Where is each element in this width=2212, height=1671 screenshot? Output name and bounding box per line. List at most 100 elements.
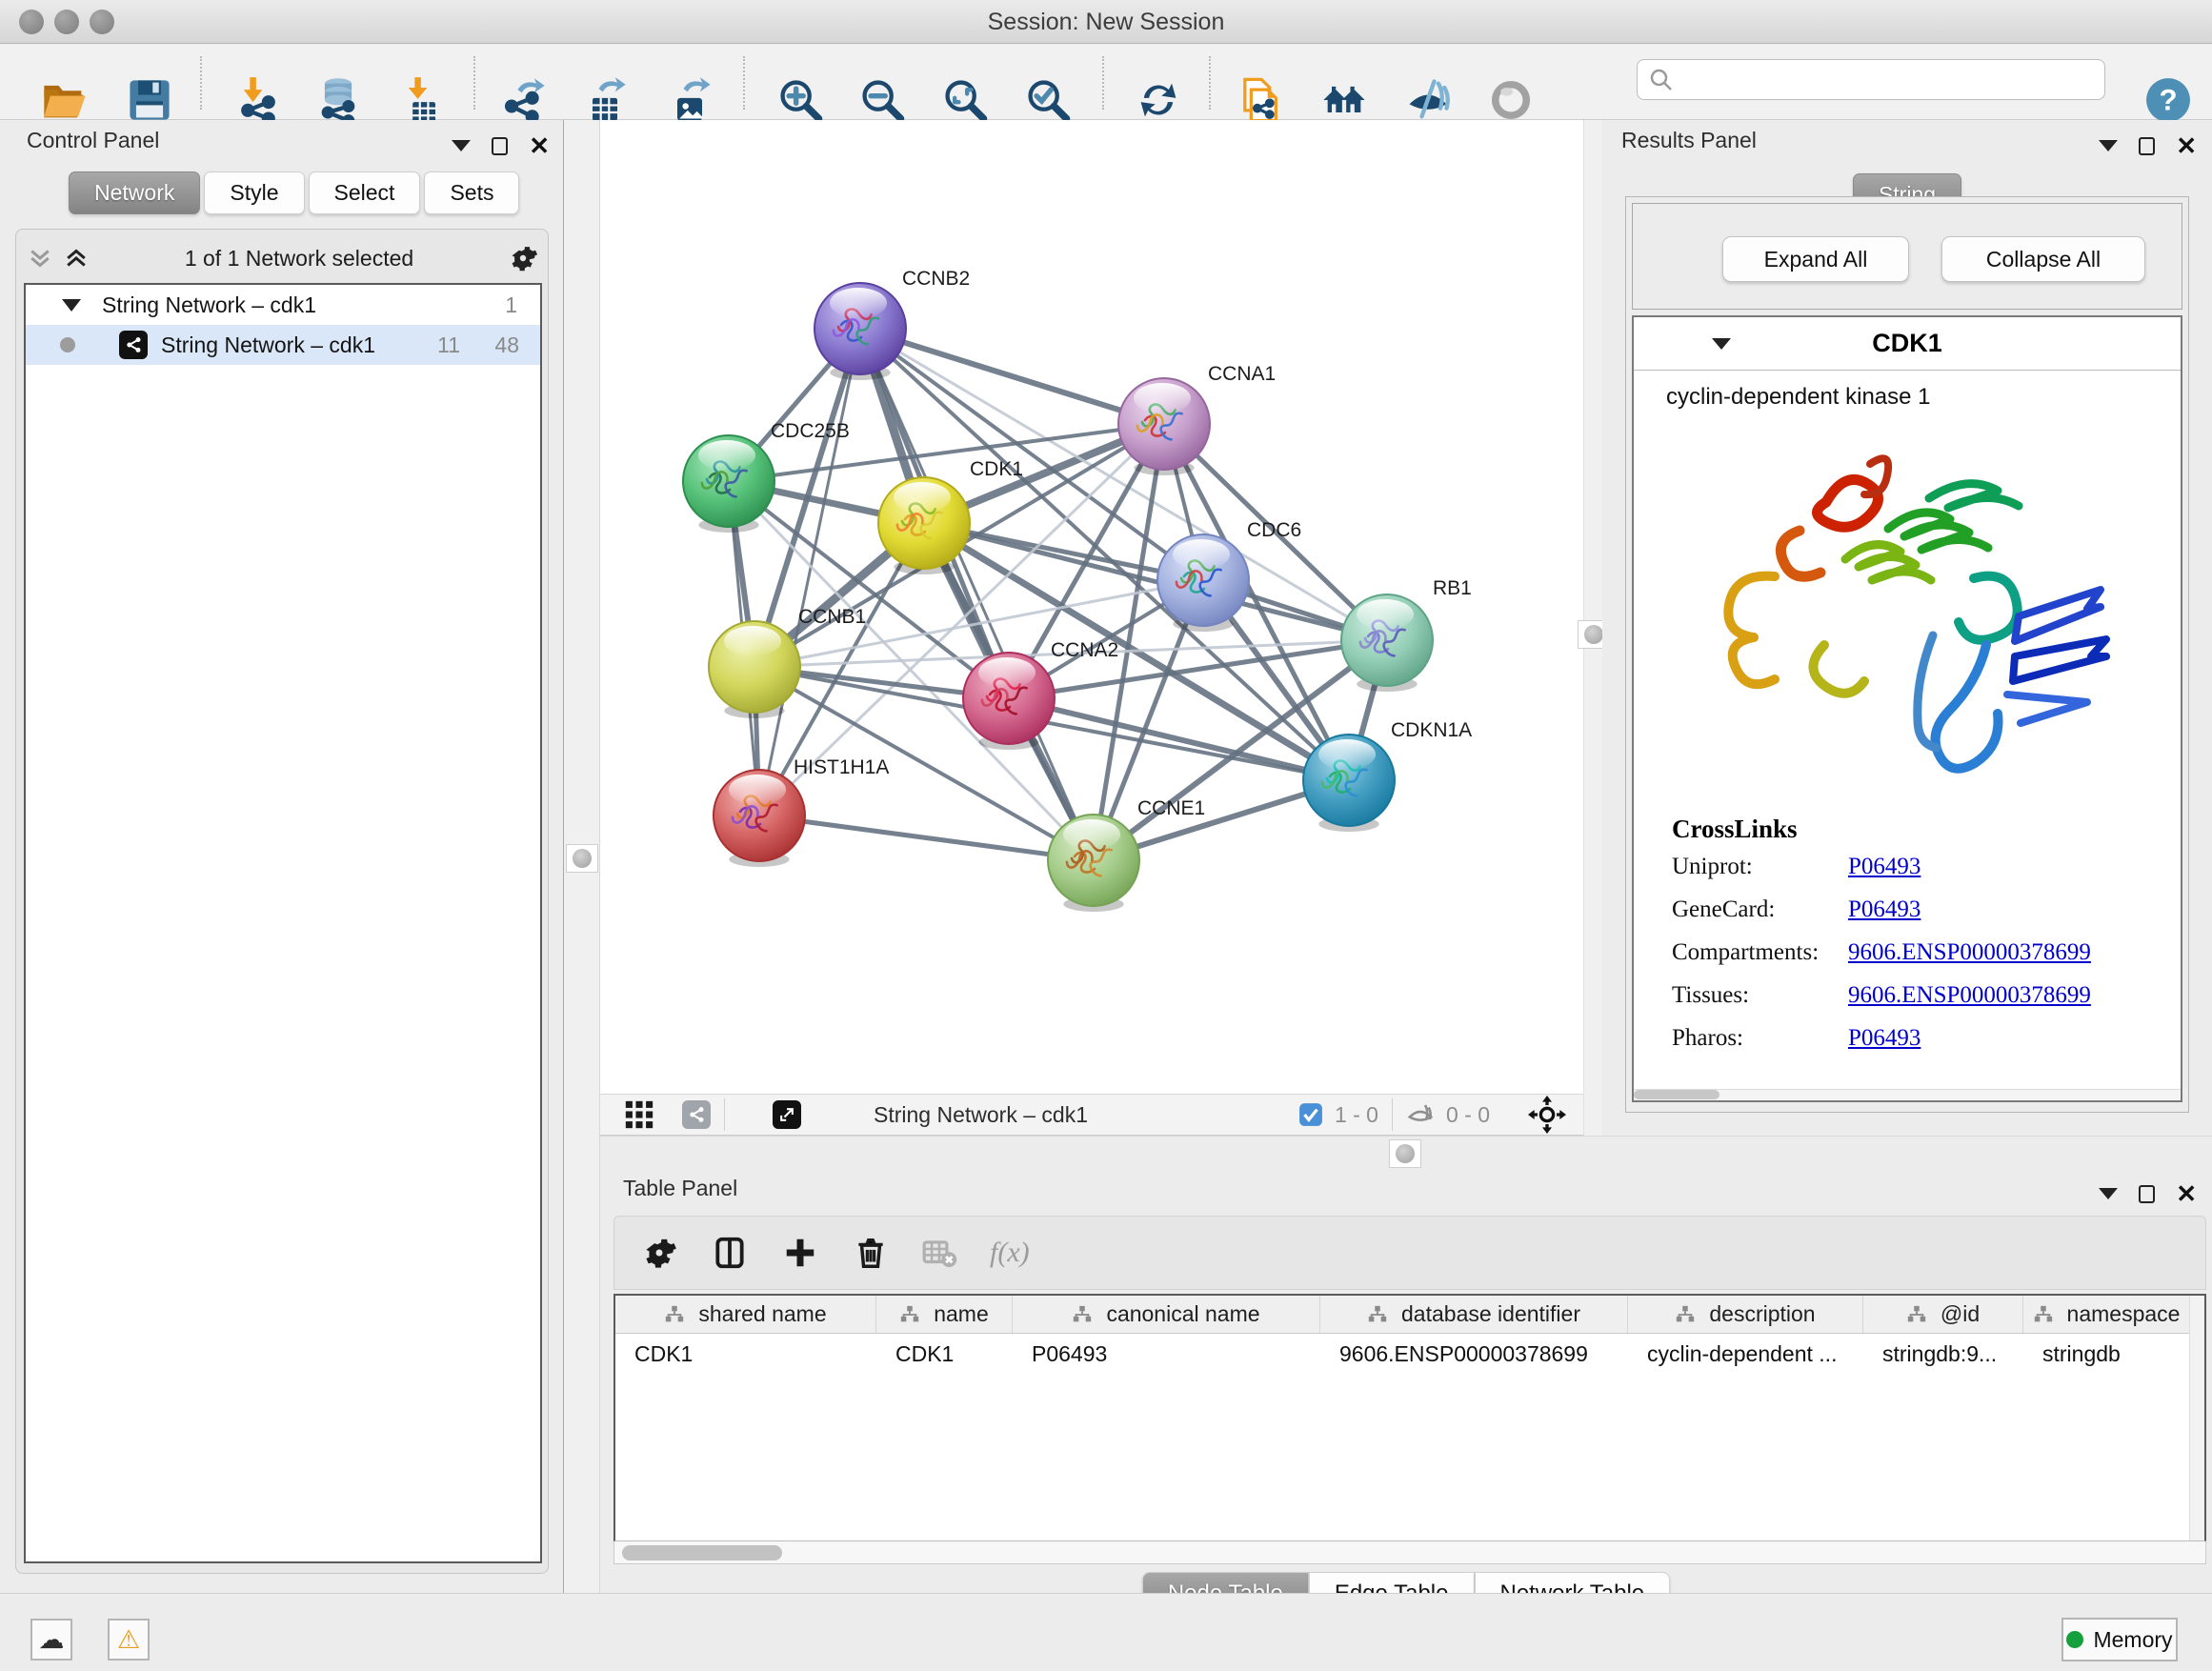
results-panel-menu-icon[interactable] [2099,140,2118,151]
entry-name: CDK1 [1872,329,1942,358]
results-panel-close-icon[interactable]: ✕ [2176,133,2197,158]
import-database-icon[interactable] [312,73,365,127]
create-column-plus-icon[interactable] [782,1235,818,1271]
network-canvas[interactable]: CCNB2CCNA1CDC25BCDK1CDC6RB1CCNB1CCNA2CDK… [600,120,1583,1094]
collection-expander-icon[interactable] [62,299,81,312]
memory-button[interactable]: Memory [2061,1618,2178,1661]
table-options-gear-icon[interactable] [641,1235,677,1271]
uniprot-link[interactable]: P06493 [1848,854,1920,880]
results-panel-float-icon[interactable] [2139,137,2155,155]
toolbar-separator [724,1098,725,1131]
first-neighbors-icon[interactable] [1317,73,1371,127]
zoom-in-icon[interactable] [774,73,827,127]
tissues-link[interactable]: 9606.ENSP00000378699 [1848,982,2091,1009]
collection-label: String Network – cdk1 [102,292,316,318]
show-graphics-details-icon[interactable] [1484,73,1538,127]
control-panel-menu-icon[interactable] [452,140,471,151]
control-panel-float-icon[interactable] [492,137,508,155]
export-table-icon[interactable] [578,73,632,127]
column-header[interactable]: name [876,1296,1013,1333]
open-session-icon[interactable] [38,73,91,127]
collapse-all-button[interactable]: Collapse All [1941,236,2145,282]
collapse-all-icon[interactable] [26,244,54,272]
crosslink-label: Uniprot: [1672,854,1848,880]
column-header[interactable]: database identifier [1320,1296,1628,1333]
entry-expander-icon[interactable] [1712,338,1731,350]
delete-columns-trash-icon[interactable] [853,1235,889,1271]
crosslinks-title: CrossLinks [1672,815,2181,844]
results-buttons-box: Expand All Collapse All [1632,203,2182,310]
svg-text:RB1: RB1 [1433,577,1472,599]
search-input[interactable] [1637,59,2105,100]
genecard-link[interactable]: P06493 [1848,896,1920,923]
toolbar-separator [1102,56,1104,110]
string-network-graph[interactable]: CCNB2CCNA1CDC25BCDK1CDC6RB1CCNB1CCNA2CDK… [600,120,1583,1094]
zoom-fit-icon[interactable] [938,73,992,127]
zoom-out-icon[interactable] [855,73,909,127]
pharos-link[interactable]: P06493 [1848,1025,1920,1052]
delete-table-icon[interactable] [921,1235,957,1271]
svg-text:CCNB1: CCNB1 [798,606,866,628]
import-table-icon[interactable] [396,73,450,127]
open-external-icon[interactable] [773,1100,801,1129]
help-icon[interactable]: ? [2142,73,2195,127]
divider-grip[interactable] [566,844,598,873]
cloud-tasks-button[interactable]: ☁ [30,1619,72,1661]
tab-network[interactable]: Network [69,171,200,214]
network-options-gear-icon[interactable] [508,243,538,273]
fit-content-crosshair-icon[interactable] [1528,1096,1566,1134]
selected-checkbox-icon[interactable] [1298,1102,1323,1127]
scrollbar-thumb[interactable] [622,1545,782,1560]
warning-icon: ⚠ [117,1625,140,1655]
tab-style[interactable]: Style [204,171,304,214]
save-session-icon[interactable] [123,73,176,127]
table-panel-divider[interactable] [600,1136,2212,1172]
results-scroll-area[interactable]: CDK1 cyclin-dependent kinase 1 [1632,315,2182,1102]
results-panel-divider[interactable] [1583,120,1602,1136]
table-panel-menu-icon[interactable] [2099,1188,2118,1199]
control-panel-close-icon[interactable]: ✕ [529,133,550,158]
table-vertical-scrollbar[interactable] [2189,1296,2204,1540]
network-tree: String Network – cdk1 1 String Network –… [24,283,542,1563]
tab-select[interactable]: Select [309,171,421,214]
table-panel-close-icon[interactable]: ✕ [2176,1181,2197,1206]
column-header[interactable]: shared name [615,1296,876,1333]
main-toolbar: ? [0,45,2212,120]
table-panel-title: Table Panel [623,1176,737,1201]
birds-eye-grid-icon[interactable] [623,1098,655,1131]
column-header[interactable]: canonical name [1013,1296,1320,1333]
cdk1-entry-header[interactable]: CDK1 [1634,317,2181,371]
expand-all-button[interactable]: Expand All [1722,236,1909,282]
column-header[interactable]: description [1628,1296,1863,1333]
network-row-selected[interactable]: String Network – cdk1 11 48 [26,325,540,365]
table-horizontal-scrollbar[interactable] [613,1541,2206,1564]
tab-sets[interactable]: Sets [424,171,519,214]
show-columns-icon[interactable] [712,1235,748,1271]
clone-network-icon[interactable] [1233,73,1286,127]
results-horizontal-scrollbar[interactable] [1634,1089,2181,1100]
export-image-icon[interactable] [663,73,716,127]
control-panel-divider[interactable] [564,120,600,1593]
network-share-icon[interactable] [682,1100,711,1129]
table-header-row: shared name name canonical name database… [615,1296,2204,1334]
hide-selected-icon[interactable] [1401,73,1455,127]
divider-grip[interactable] [1389,1139,1421,1168]
export-network-icon[interactable] [497,73,551,127]
refresh-layout-icon[interactable] [1132,73,1185,127]
scrollbar-thumb[interactable] [1634,1090,1719,1099]
warnings-button[interactable]: ⚠ [108,1619,150,1661]
column-header[interactable]: namespace [2023,1296,2189,1333]
table-row[interactable]: CDK1 CDK1 P06493 9606.ENSP00000378699 cy… [615,1334,2204,1374]
table-panel-float-icon[interactable] [2139,1185,2155,1203]
function-builder-icon[interactable]: f(x) [990,1237,1030,1269]
compartments-link[interactable]: 9606.ENSP00000378699 [1848,939,2091,966]
cloud-icon: ☁ [39,1625,65,1655]
memory-status-dot [2066,1631,2083,1648]
column-header[interactable]: @id [1863,1296,2023,1333]
hidden-eye-icon[interactable] [1406,1100,1435,1129]
expand-all-icon[interactable] [62,244,90,272]
import-network-icon[interactable] [231,73,285,127]
zoom-selected-icon[interactable] [1021,73,1075,127]
network-collection-row[interactable]: String Network – cdk1 1 [26,285,540,325]
current-network-name: String Network – cdk1 [874,1102,1088,1128]
